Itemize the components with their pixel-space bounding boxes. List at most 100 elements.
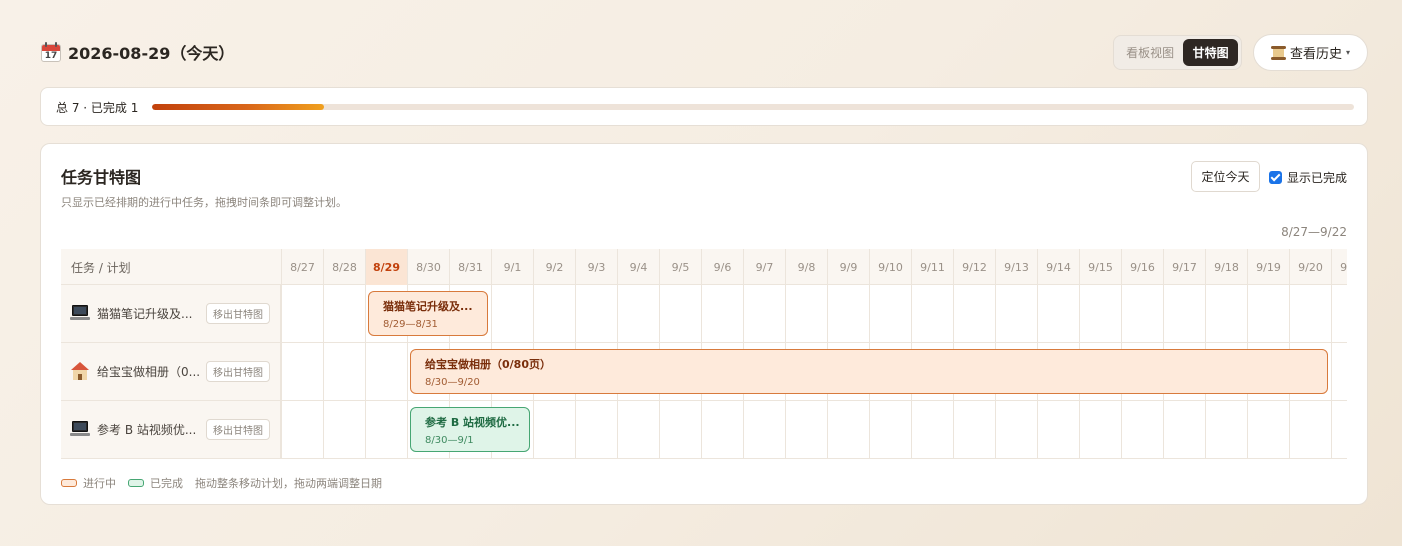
progress-fill <box>152 104 324 110</box>
grid-line <box>827 285 828 342</box>
grid-line <box>785 401 786 458</box>
day-header-9-12: 9/12 <box>953 249 995 285</box>
show-completed-checkbox[interactable] <box>1269 171 1282 184</box>
task-bar-title: 参考 B 站视频优... <box>425 416 520 429</box>
calendar-icon: 17 <box>40 41 62 63</box>
grid-line <box>1079 401 1080 458</box>
grid-line <box>659 285 660 342</box>
grid-line <box>323 401 324 458</box>
grid-line <box>1121 285 1122 342</box>
grid-line <box>995 401 996 458</box>
grid-line <box>323 343 324 400</box>
grid-line <box>365 401 366 458</box>
view-history-button[interactable]: 查看历史 ▾ <box>1253 34 1368 71</box>
task-bar-title: 给宝宝做相册（0/80页） <box>425 358 551 371</box>
remove-from-gantt-button[interactable]: 移出甘特图 <box>206 303 270 324</box>
grid-line <box>953 401 954 458</box>
task-label-cell: 给宝宝做相册（0... 移出甘特图 <box>61 343 281 400</box>
day-header-9-7: 9/7 <box>743 249 785 285</box>
day-header-9-15: 9/15 <box>1079 249 1121 285</box>
grid-line <box>1163 401 1164 458</box>
legend: 进行中 已完成 拖动整条移动计划，拖动两端调整日期 <box>61 475 382 491</box>
day-header-9-5: 9/5 <box>659 249 701 285</box>
remove-from-gantt-button[interactable]: 移出甘特图 <box>206 419 270 440</box>
grid-line <box>575 285 576 342</box>
grid-line <box>1289 285 1290 342</box>
legend-hint: 拖动整条移动计划，拖动两端调整日期 <box>195 477 382 490</box>
grid-line <box>1163 285 1164 342</box>
grid-line <box>1205 285 1206 342</box>
task-bar[interactable]: 参考 B 站视频优... 8/30—9/1 <box>410 407 530 452</box>
grid-line <box>911 401 912 458</box>
day-header-8-30: 8/30 <box>407 249 449 285</box>
task-bar-dates: 8/30—9/20 <box>425 377 480 388</box>
grid-line <box>575 401 576 458</box>
task-bar[interactable]: 给宝宝做相册（0/80页） 8/30—9/20 <box>410 349 1328 394</box>
grid-line <box>1205 401 1206 458</box>
legend-active-swatch <box>61 479 77 487</box>
remove-from-gantt-button[interactable]: 移出甘特图 <box>206 361 270 382</box>
grid-line <box>281 285 282 342</box>
house-icon <box>70 362 90 380</box>
grid-line <box>785 285 786 342</box>
grid-line <box>365 343 366 400</box>
day-header-9-8: 9/8 <box>785 249 827 285</box>
grid-line <box>1037 285 1038 342</box>
chevron-down-icon: ▾ <box>1346 48 1351 57</box>
task-label-cell: 参考 B 站视频优... 移出甘特图 <box>61 401 281 458</box>
locate-today-button[interactable]: 定位今天 <box>1191 161 1260 192</box>
day-header-9-1: 9/1 <box>491 249 533 285</box>
grid-line <box>533 285 534 342</box>
page-title: 2026-08-29（今天） <box>68 44 235 63</box>
grid-line <box>281 401 282 458</box>
grid-line <box>995 285 996 342</box>
grid-line <box>1037 401 1038 458</box>
grid-line <box>743 401 744 458</box>
legend-active: 进行中 <box>61 475 116 491</box>
task-name: 给宝宝做相册（0... <box>97 365 201 379</box>
day-header-9-20: 9/20 <box>1289 249 1331 285</box>
legend-active-label: 进行中 <box>83 477 116 490</box>
grid-line <box>1247 401 1248 458</box>
task-column-header: 任务 / 计划 <box>71 261 131 275</box>
day-header-9-21: 9/21 <box>1331 249 1347 285</box>
day-header-9-2: 9/2 <box>533 249 575 285</box>
day-header-9-6: 9/6 <box>701 249 743 285</box>
day-header-9-10: 9/10 <box>869 249 911 285</box>
gantt-view-button[interactable]: 甘特图 <box>1183 39 1238 66</box>
grid-line <box>1331 285 1332 342</box>
task-bar[interactable]: 猫猫笔记升级及... 8/29—8/31 <box>368 291 488 336</box>
gantt-subtitle: 只显示已经排期的进行中任务，拖拽时间条即可调整计划。 <box>61 196 347 209</box>
grid-line <box>407 343 408 400</box>
scroll-icon <box>1270 45 1286 60</box>
grid-line <box>953 285 954 342</box>
grid-line <box>365 285 366 342</box>
kanban-view-button[interactable]: 看板视图 <box>1117 39 1183 66</box>
grid-line <box>617 285 618 342</box>
gantt-title: 任务甘特图 <box>61 168 142 187</box>
laptop-icon <box>70 420 90 438</box>
task-name: 参考 B 站视频优... <box>97 423 197 437</box>
legend-done: 已完成 <box>128 475 183 491</box>
task-name: 猫猫笔记升级及... <box>97 307 193 321</box>
grid-line <box>659 401 660 458</box>
show-completed-toggle[interactable]: 显示已完成 <box>1269 169 1347 186</box>
day-header-9-13: 9/13 <box>995 249 1037 285</box>
day-header-9-16: 9/16 <box>1121 249 1163 285</box>
grid-line <box>1247 285 1248 342</box>
legend-done-label: 已完成 <box>150 477 183 490</box>
progress-bar <box>152 104 1354 110</box>
task-bar-dates: 8/29—8/31 <box>383 319 438 330</box>
gantt-card: 任务甘特图 只显示已经排期的进行中任务，拖拽时间条即可调整计划。 定位今天 显示… <box>40 143 1368 505</box>
date-range-label: 8/27—9/22 <box>1281 225 1347 239</box>
day-header-9-4: 9/4 <box>617 249 659 285</box>
day-header-8-28: 8/28 <box>323 249 365 285</box>
laptop-icon <box>70 304 90 322</box>
grid-line <box>1079 285 1080 342</box>
grid-line <box>323 285 324 342</box>
gantt-row: 猫猫笔记升级及... 移出甘特图 猫猫笔记升级及... 8/29—8/31 <box>61 285 1347 343</box>
grid-line <box>1121 401 1122 458</box>
grid-line <box>827 401 828 458</box>
grid-line <box>911 285 912 342</box>
day-header-9-3: 9/3 <box>575 249 617 285</box>
